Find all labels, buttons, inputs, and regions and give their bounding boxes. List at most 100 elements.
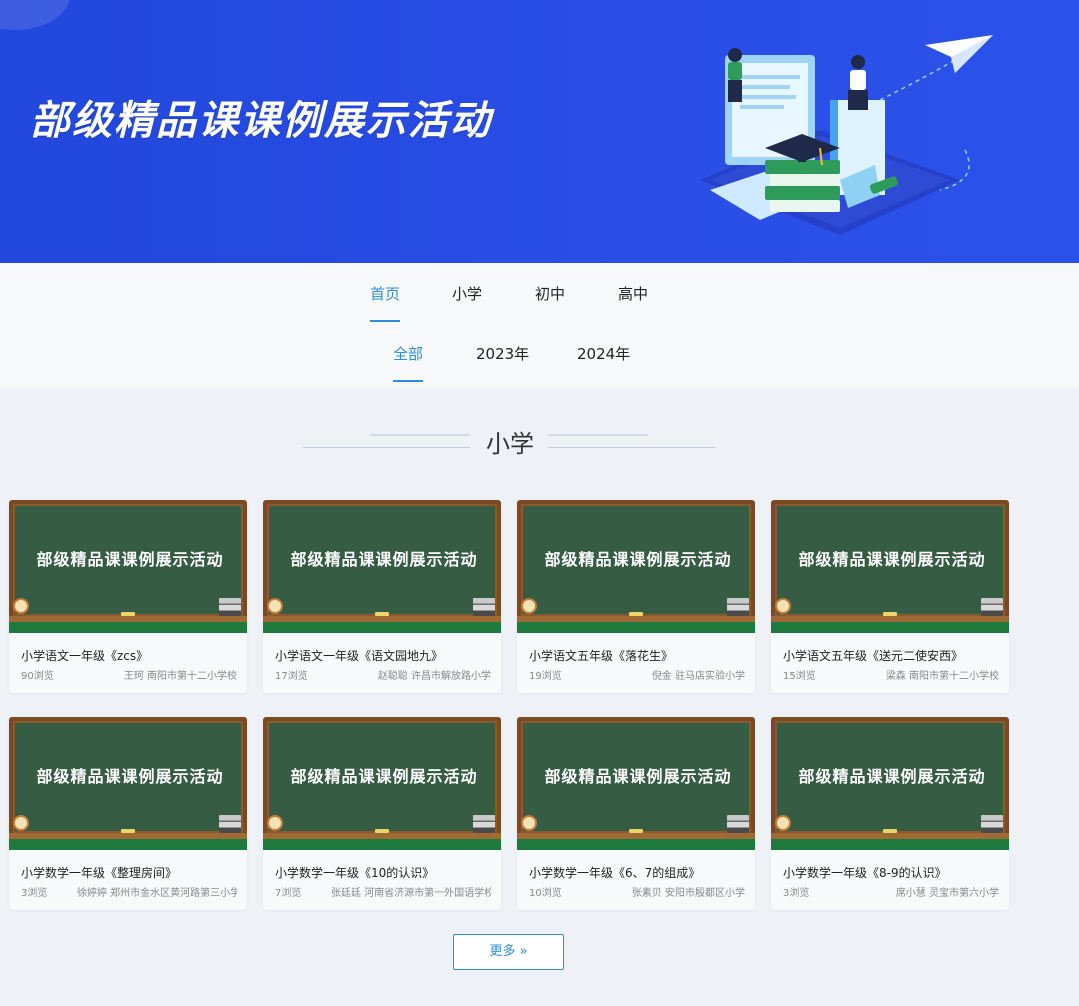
chalkboard: 部级精品课课例展示活动 bbox=[775, 721, 1005, 833]
teacher-school: 王珂 南阳市第十二小学校 bbox=[123, 671, 237, 682]
course-card[interactable]: 部级精品课课例展示活动小学数学一年级《10的认识》 7浏览 张廷廷 河南省济源市第一… bbox=[263, 717, 501, 910]
tab-year-2024[interactable]: 2024年 bbox=[577, 343, 630, 364]
banner-decoration bbox=[0, 0, 70, 30]
course-thumbnail: 部级精品课课例展示活动 bbox=[771, 500, 1009, 633]
course-card[interactable]: 部级精品课课例展示活动小学语文五年级《落花生》 19浏览 倪金 驻马店实验小学 bbox=[517, 500, 755, 693]
books-icon bbox=[473, 598, 495, 616]
thumbnail-title: 部级精品课课例展示活动 bbox=[290, 550, 478, 569]
books-icon bbox=[219, 598, 241, 616]
view-count: 17浏览 bbox=[275, 671, 308, 682]
chalk-icon bbox=[883, 829, 897, 833]
course-meta: 7浏览 张廷廷 河南省济源市第一外国语学校 bbox=[275, 884, 491, 899]
course-meta: 3浏览 席小慧 灵宝市第六小学 bbox=[783, 884, 999, 899]
clock-icon bbox=[521, 598, 537, 614]
teacher-school: 张廷廷 河南省济源市第一外国语学校 bbox=[331, 888, 491, 899]
thumbnail-title: 部级精品课课例展示活动 bbox=[798, 550, 986, 569]
chalk-icon bbox=[121, 829, 135, 833]
banner-title: 部级精品课课例展示活动 bbox=[30, 98, 492, 144]
thumbnail-title: 部级精品课课例展示活动 bbox=[544, 550, 732, 569]
chalkboard: 部级精品课课例展示活动 bbox=[267, 721, 497, 833]
view-count: 90浏览 bbox=[21, 671, 54, 682]
teacher-school: 梁森 南阳市第十二小学校 bbox=[885, 671, 999, 682]
course-thumbnail: 部级精品课课例展示活动 bbox=[9, 500, 247, 633]
chalkboard: 部级精品课课例展示活动 bbox=[13, 504, 243, 616]
books-icon bbox=[473, 815, 495, 833]
board-base bbox=[771, 839, 1009, 850]
course-card[interactable]: 部级精品课课例展示活动小学语文一年级《zcs》 90浏览 王珂 南阳市第十二小学校 bbox=[9, 500, 247, 693]
heading-decoration-right bbox=[548, 447, 715, 448]
course-meta: 17浏览 赵聪聪 许昌市解放路小学 bbox=[275, 667, 491, 682]
view-count: 3浏览 bbox=[783, 888, 810, 899]
chalk-icon bbox=[629, 829, 643, 833]
course-card[interactable]: 部级精品课课例展示活动小学语文一年级《语文园地九》 17浏览 赵聪聪 许昌市解放路小… bbox=[263, 500, 501, 693]
clock-icon bbox=[13, 598, 29, 614]
tab-senior-high[interactable]: 高中 bbox=[618, 283, 648, 304]
board-base bbox=[771, 622, 1009, 633]
tab-year-2023[interactable]: 2023年 bbox=[476, 343, 529, 364]
course-title: 小学数学一年级《整理房间》 bbox=[21, 866, 178, 880]
board-base bbox=[263, 839, 501, 850]
year-tab-indicator bbox=[393, 380, 423, 382]
course-meta: 90浏览 王珂 南阳市第十二小学校 bbox=[21, 667, 237, 682]
course-card[interactable]: 部级精品课课例展示活动小学数学一年级《整理房间》 3浏览 徐婷婷 郑州市金水区黄河路… bbox=[9, 717, 247, 910]
chalk-icon bbox=[375, 829, 389, 833]
category-nav bbox=[0, 263, 1079, 388]
teacher-school: 倪金 驻马店实验小学 bbox=[651, 671, 745, 682]
board-base bbox=[9, 622, 247, 633]
course-title: 小学语文五年级《落花生》 bbox=[529, 649, 674, 663]
teacher-school: 徐婷婷 郑州市金水区黄河路第三小学 bbox=[77, 888, 237, 899]
tab-primary-school[interactable]: 小学 bbox=[452, 283, 482, 304]
view-count: 3浏览 bbox=[21, 888, 48, 899]
heading-decoration-right-accent bbox=[548, 434, 648, 436]
course-meta: 3浏览 徐婷婷 郑州市金水区黄河路第三小学 bbox=[21, 884, 237, 899]
thumbnail-title: 部级精品课课例展示活动 bbox=[798, 767, 986, 786]
main-tab-indicator bbox=[370, 320, 400, 322]
clock-icon bbox=[267, 815, 283, 831]
course-meta: 19浏览 倪金 驻马店实验小学 bbox=[529, 667, 745, 682]
course-meta: 15浏览 梁森 南阳市第十二小学校 bbox=[783, 667, 999, 682]
course-meta: 10浏览 张素贝 安阳市殷都区小学 bbox=[529, 884, 745, 899]
course-title: 小学语文一年级《语文园地九》 bbox=[275, 649, 444, 663]
course-thumbnail: 部级精品课课例展示活动 bbox=[771, 717, 1009, 850]
clock-icon bbox=[775, 598, 791, 614]
course-card[interactable]: 部级精品课课例展示活动小学数学一年级《8-9的认识》 3浏览 席小慧 灵宝市第六小学 bbox=[771, 717, 1009, 910]
clock-icon bbox=[775, 815, 791, 831]
course-card[interactable]: 部级精品课课例展示活动小学数学一年级《6、7的组成》 10浏览 张素贝 安阳市殷都区… bbox=[517, 717, 755, 910]
books-icon bbox=[219, 815, 241, 833]
teacher-school: 赵聪聪 许昌市解放路小学 bbox=[377, 671, 491, 682]
thumbnail-title: 部级精品课课例展示活动 bbox=[36, 767, 224, 786]
chalkboard: 部级精品课课例展示活动 bbox=[13, 721, 243, 833]
view-count: 15浏览 bbox=[783, 671, 816, 682]
course-thumbnail: 部级精品课课例展示活动 bbox=[263, 500, 501, 633]
board-base bbox=[517, 622, 755, 633]
thumbnail-title: 部级精品课课例展示活动 bbox=[544, 767, 732, 786]
chalkboard: 部级精品课课例展示活动 bbox=[775, 504, 1005, 616]
tab-year-all[interactable]: 全部 bbox=[393, 343, 423, 364]
thumbnail-title: 部级精品课课例展示活动 bbox=[290, 767, 478, 786]
thumbnail-title: 部级精品课课例展示活动 bbox=[36, 550, 224, 569]
clock-icon bbox=[13, 815, 29, 831]
more-button[interactable]: 更多 » bbox=[453, 934, 564, 970]
board-base bbox=[263, 622, 501, 633]
chalkboard: 部级精品课课例展示活动 bbox=[521, 504, 751, 616]
chalk-icon bbox=[629, 612, 643, 616]
course-title: 小学语文五年级《送元二使安西》 bbox=[783, 649, 964, 663]
tab-junior-high[interactable]: 初中 bbox=[535, 283, 565, 304]
course-card[interactable]: 部级精品课课例展示活动小学语文五年级《送元二使安西》 15浏览 梁森 南阳市第十二小… bbox=[771, 500, 1009, 693]
view-count: 10浏览 bbox=[529, 888, 562, 899]
tab-home[interactable]: 首页 bbox=[370, 283, 400, 304]
course-thumbnail: 部级精品课课例展示活动 bbox=[263, 717, 501, 850]
course-title: 小学数学一年级《10的认识》 bbox=[275, 866, 435, 880]
course-thumbnail: 部级精品课课例展示活动 bbox=[9, 717, 247, 850]
books-icon bbox=[727, 815, 749, 833]
books-icon bbox=[981, 598, 1003, 616]
teacher-school: 席小慧 灵宝市第六小学 bbox=[895, 888, 999, 899]
paper-plane-icon bbox=[925, 35, 993, 73]
course-title: 小学数学一年级《8-9的认识》 bbox=[783, 866, 947, 880]
course-thumbnail: 部级精品课课例展示活动 bbox=[517, 500, 755, 633]
course-title: 小学语文一年级《zcs》 bbox=[21, 649, 149, 663]
section-title: 小学 bbox=[486, 430, 534, 458]
course-title: 小学数学一年级《6、7的组成》 bbox=[529, 866, 701, 880]
chalk-icon bbox=[375, 612, 389, 616]
clock-icon bbox=[267, 598, 283, 614]
